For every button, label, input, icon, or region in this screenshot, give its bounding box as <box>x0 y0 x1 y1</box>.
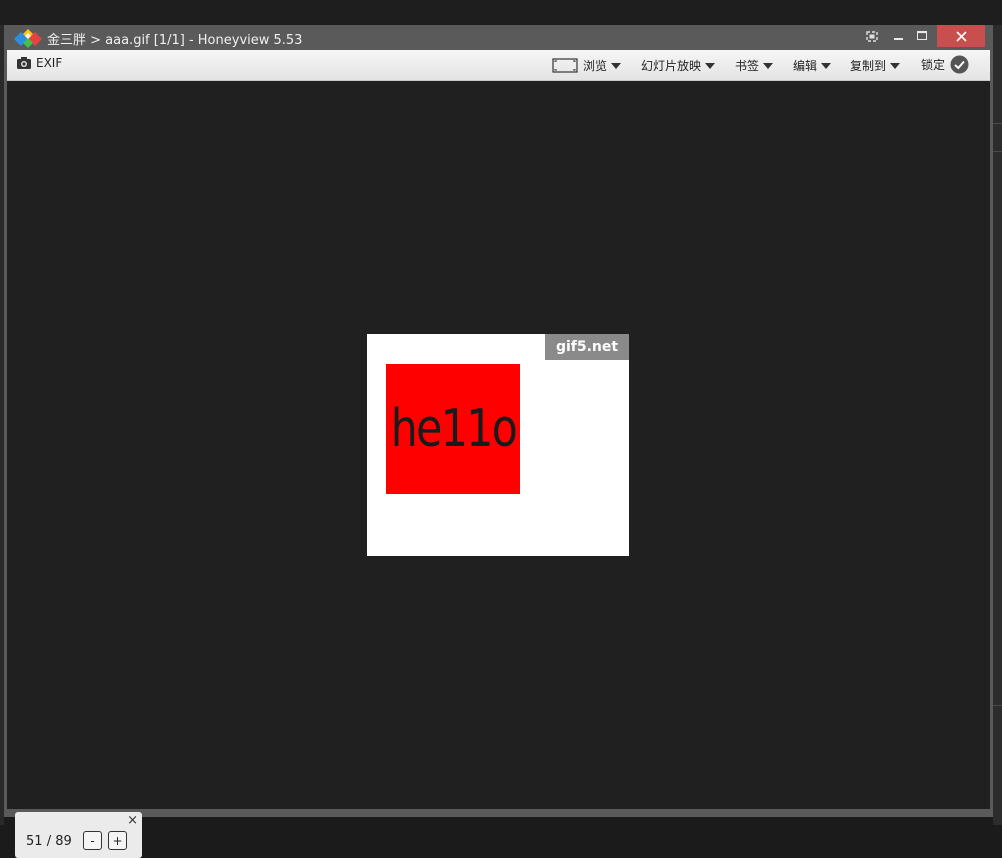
desktop-right-edge <box>993 25 1002 825</box>
total-frames: 89 <box>55 834 72 849</box>
edit-label: 编辑 <box>793 59 818 73</box>
close-button[interactable] <box>937 25 985 47</box>
exif-label: EXIF <box>36 56 63 70</box>
slideshow-menu[interactable]: 幻灯片放映 <box>641 57 716 74</box>
bookmark-label: 书签 <box>735 59 760 73</box>
lock-label: 锁定 <box>921 58 946 72</box>
toolbar: EXIF 浏览 幻灯片放映 书签 编辑 复制到 锁定 <box>7 50 990 81</box>
previous-frame-button[interactable]: - <box>83 831 102 850</box>
frame-separator: / <box>46 834 52 849</box>
chevron-down-icon <box>705 62 716 69</box>
exif-button[interactable]: EXIF <box>17 56 62 70</box>
bookmark-menu[interactable]: 书签 <box>735 57 774 74</box>
lock-toggle[interactable]: 锁定 <box>921 55 969 74</box>
desktop-edge-mark <box>993 151 1002 152</box>
image-text: he11o <box>390 399 517 459</box>
chevron-down-icon <box>821 62 832 69</box>
next-frame-button[interactable]: + <box>108 831 127 850</box>
copy-to-menu[interactable]: 复制到 <box>850 57 901 74</box>
window-title: 金三胖 > aaa.gif [1/1] - Honeyview 5.53 <box>47 33 303 48</box>
frame-panel-close-icon[interactable]: × <box>127 813 138 828</box>
chevron-down-icon <box>890 62 901 69</box>
browse-label: 浏览 <box>583 59 608 73</box>
image-viewer-area[interactable]: gif5.net he11o × 51 / 89 - + <box>7 81 990 858</box>
honeyview-window: 金三胖 > aaa.gif [1/1] - Honeyview 5.53 EXI… <box>4 25 993 858</box>
chevron-down-icon <box>763 62 774 69</box>
minimize-button[interactable] <box>888 25 910 47</box>
frame-control-panel: × 51 / 89 - + <box>15 812 142 858</box>
slideshow-label: 幻灯片放映 <box>641 59 702 73</box>
edit-menu[interactable]: 编辑 <box>793 57 832 74</box>
desktop-top-strip <box>0 0 1002 25</box>
copy-to-label: 复制到 <box>850 59 887 73</box>
close-icon <box>955 30 967 42</box>
frame-counter: 51 / 89 <box>26 834 72 849</box>
title-bar[interactable]: 金三胖 > aaa.gif [1/1] - Honeyview 5.53 <box>4 25 993 50</box>
maximize-button[interactable] <box>911 25 933 47</box>
fullscreen-icon <box>866 30 878 42</box>
browse-menu[interactable]: 浏览 <box>552 57 622 74</box>
fullscreen-button[interactable] <box>862 25 882 47</box>
displayed-image: gif5.net he11o <box>367 334 629 556</box>
fit-screen-icon <box>552 58 578 73</box>
maximize-icon <box>917 31 927 40</box>
image-watermark: gif5.net <box>545 334 629 360</box>
camera-icon <box>17 57 31 69</box>
image-red-box: he11o <box>386 364 520 494</box>
honeyview-logo-icon <box>14 29 42 48</box>
desktop-edge-mark <box>993 123 1002 124</box>
check-circle-icon <box>950 55 969 74</box>
desktop-edge-mark <box>993 705 1002 706</box>
minimize-icon <box>894 38 903 40</box>
current-frame: 51 <box>26 834 43 849</box>
chevron-down-icon <box>611 62 622 69</box>
